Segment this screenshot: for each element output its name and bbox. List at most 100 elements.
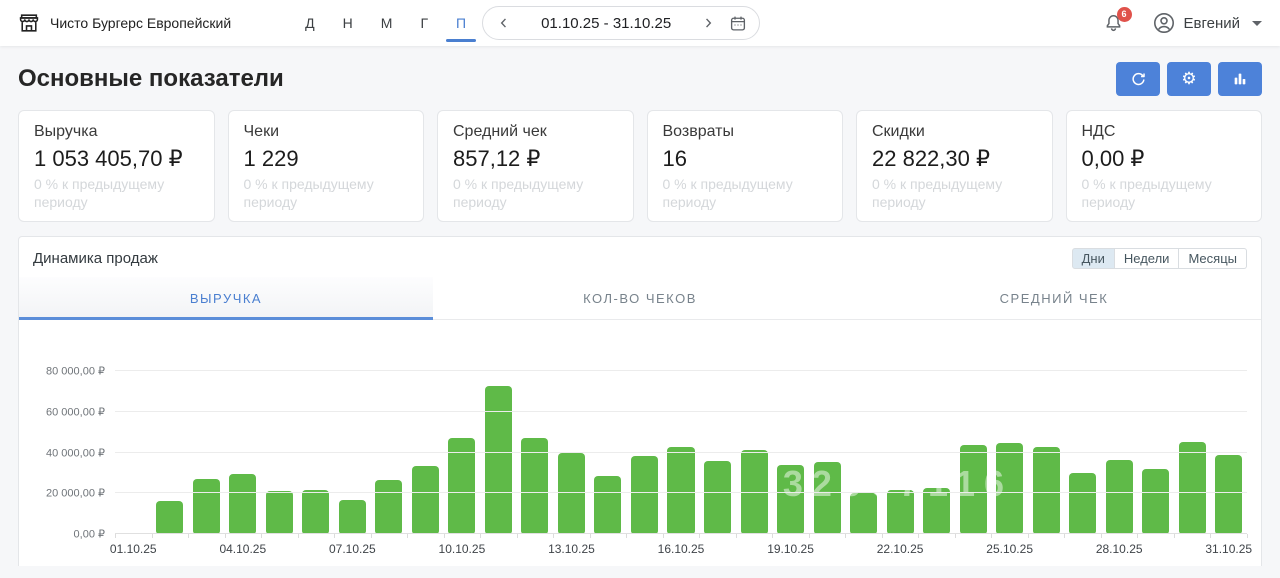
bar-slot-11.10.25: [480, 358, 517, 534]
revenue-bar-chart: 0,00 ₽ 20 000,00 ₽ 40 000,00 ₽ 60 000,00 ₽ 8…: [19, 358, 1261, 560]
x-axis-tick: [881, 534, 883, 538]
metric-tab-0[interactable]: ВЫРУЧКА: [19, 277, 433, 320]
bar-08.10.25[interactable]: [375, 480, 403, 534]
bar-14.10.25[interactable]: [594, 475, 622, 534]
bar-29.10.25[interactable]: [1142, 468, 1170, 534]
period-option-Н[interactable]: Н: [341, 11, 355, 35]
bar-30.10.25[interactable]: [1178, 442, 1206, 534]
notifications-badge: 6: [1116, 6, 1132, 22]
bar-04.10.25[interactable]: [229, 473, 257, 534]
kpi-card-delta: 0 % к предыдущему периоду: [662, 176, 793, 211]
bar-slot-22.10.25: [882, 358, 919, 534]
x-axis-tick: [553, 534, 555, 538]
bar-17.10.25[interactable]: [704, 460, 732, 534]
bar-05.10.25[interactable]: [265, 491, 293, 534]
chart-bars: [115, 358, 1247, 534]
granularity-option-days[interactable]: Дни: [1071, 248, 1115, 269]
x-axis-tick: [188, 534, 190, 538]
top-header: Чисто Бургерс Европейский Д НМГП 01.10.25…: [0, 0, 1280, 46]
kpi-card-delta: 0 % к предыдущему периоду: [34, 176, 165, 211]
x-axis-tick: [735, 534, 737, 538]
kpi-card-label: Чеки: [243, 123, 280, 140]
x-axis-tick: [516, 534, 518, 538]
gridline: [115, 451, 1247, 453]
kpi-card-value: 857,12 ₽: [453, 146, 541, 171]
settings-gear-button[interactable]: ⚙: [1167, 62, 1211, 96]
x-axis-tick-label: 13.10.25: [548, 542, 595, 556]
kpi-card-delta: 0 % к предыдущему периоду: [1081, 176, 1212, 211]
bar-13.10.25[interactable]: [557, 452, 585, 534]
bar-28.10.25[interactable]: [1105, 459, 1133, 534]
period-option-Г[interactable]: Г: [418, 11, 430, 35]
bar-09.10.25[interactable]: [411, 465, 439, 534]
x-axis-tick-label: 04.10.25: [219, 542, 267, 556]
bar-16.10.25[interactable]: [667, 447, 695, 534]
bar-31.10.25[interactable]: [1215, 454, 1243, 534]
granularity-option-weeks[interactable]: Недели: [1114, 248, 1180, 269]
calendar-icon[interactable]: [729, 14, 747, 32]
x-axis-tick: [151, 534, 153, 538]
kpi-card: НДС 0,00 ₽ 0 % к предыдущему периоду: [1065, 110, 1262, 222]
period-switcher: Д НМГП: [303, 11, 477, 42]
kpi-card-label: Средний чек: [453, 123, 547, 140]
bar-slot-14.10.25: [590, 358, 627, 534]
bar-slot-16.10.25: [663, 358, 700, 534]
bar-27.10.25[interactable]: [1069, 472, 1097, 534]
metric-tab-2[interactable]: СРЕДНИЙ ЧЕК: [847, 277, 1261, 319]
x-axis-tick: [1210, 534, 1212, 538]
bar-22.10.25[interactable]: [886, 490, 914, 534]
x-axis-tick-label: 10.10.25: [438, 542, 486, 556]
y-axis-tick-label: 0,00 ₽: [73, 528, 105, 541]
kpi-cards-row: Выручка 1 053 405,70 ₽ 0 % к предыдущему п…: [0, 108, 1280, 222]
bar-26.10.25[interactable]: [1032, 447, 1060, 534]
bar-slot-21.10.25: [845, 358, 882, 534]
bar-21.10.25[interactable]: [850, 493, 878, 534]
chevron-down-icon: [1252, 20, 1262, 26]
bar-25.10.25[interactable]: [996, 443, 1024, 534]
gridline: [115, 370, 1247, 371]
metric-tab-1[interactable]: КОЛ-ВО ЧЕКОВ: [433, 277, 847, 319]
store-selector[interactable]: Чисто Бургерс Европейский: [18, 12, 231, 34]
prev-period-button[interactable]: [495, 14, 513, 32]
bar-24.10.25[interactable]: [959, 445, 987, 534]
bar-06.10.25[interactable]: [302, 490, 330, 534]
bar-02.10.25[interactable]: [156, 501, 184, 534]
next-period-button[interactable]: [699, 14, 717, 32]
date-range-value[interactable]: 01.10.25 - 31.10.25: [525, 15, 687, 32]
period-option-П[interactable]: П: [445, 11, 477, 42]
bar-03.10.25[interactable]: [192, 479, 220, 534]
notifications-button[interactable]: 6: [1103, 6, 1132, 34]
metric-tabs: ВЫРУЧКА КОЛ-ВО ЧЕКОВ СРЕДНИЙ ЧЕК: [19, 277, 1261, 320]
kpi-card-delta: 0 % к предыдущему периоду: [453, 176, 584, 211]
period-option-Д[interactable]: Д: [303, 11, 316, 35]
bar-15.10.25[interactable]: [630, 455, 658, 534]
kpi-card-value: 1 053 405,70 ₽: [34, 146, 183, 171]
chart-plot-area: ЛИ 32667116: [115, 358, 1247, 534]
bar-slot-18.10.25: [736, 358, 773, 534]
x-axis-tick: [1173, 534, 1175, 538]
bar-10.10.25[interactable]: [448, 438, 476, 534]
user-menu[interactable]: Евгений: [1152, 11, 1262, 35]
kpi-card: Возвраты 16 0 % к предыдущему периоду: [646, 110, 843, 222]
bar-07.10.25[interactable]: [338, 500, 366, 534]
kpi-section: Основные показатели ⚙ Выручка 1 053 405,7…: [0, 46, 1280, 222]
bar-12.10.25[interactable]: [521, 438, 549, 534]
granularity-option-months[interactable]: Месяцы: [1179, 248, 1247, 269]
x-axis-tick: [1247, 534, 1248, 538]
bar-slot-10.10.25: [444, 358, 481, 534]
bar-23.10.25[interactable]: [923, 488, 951, 534]
bar-slot-20.10.25: [809, 358, 846, 534]
bar-19.10.25[interactable]: [777, 464, 805, 534]
bar-11.10.25[interactable]: [484, 386, 512, 534]
panel-title: Динамика продаж: [33, 250, 158, 267]
chart-view-button[interactable]: [1218, 62, 1262, 96]
x-axis-tick: [443, 534, 445, 538]
x-axis-tick: [626, 534, 628, 538]
refresh-button[interactable]: [1116, 62, 1160, 96]
kpi-card-label: Выручка: [34, 123, 98, 140]
y-axis-tick-label: 40 000,00 ₽: [46, 447, 105, 459]
bar-20.10.25[interactable]: [813, 461, 841, 534]
bar-slot-26.10.25: [1028, 358, 1065, 534]
y-axis-tick-label: 60 000,00 ₽: [46, 406, 105, 419]
period-option-М[interactable]: М: [379, 11, 395, 35]
